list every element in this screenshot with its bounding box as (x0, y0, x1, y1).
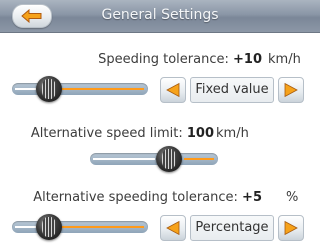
general-settings-screen: General Settings Speeding tolerance: +10… (0, 0, 320, 247)
previous-mode-button[interactable] (160, 215, 186, 241)
alternative-speeding-tolerance-slider[interactable] (12, 214, 148, 240)
slider-fill-right (184, 158, 214, 160)
page-title: General Settings (101, 7, 219, 23)
alternative-speed-limit-unit: km/h (216, 126, 249, 141)
speeding-tolerance-label: Speeding tolerance: +10 (98, 52, 262, 67)
next-mode-button[interactable] (278, 77, 304, 103)
slider-fill-right (52, 226, 144, 228)
previous-mode-button[interactable] (160, 77, 186, 103)
arrow-right-icon (284, 82, 298, 98)
alternative-speeding-tolerance-mode-stepper: Percentage (160, 215, 306, 241)
alternative-speed-limit-value: 100 (186, 126, 214, 141)
alternative-speed-limit-label: Alternative speed limit: 100 (30, 126, 214, 141)
header-bar: General Settings (0, 0, 320, 33)
alternative-speed-limit-slider[interactable] (90, 146, 218, 172)
slider-fill-right (52, 88, 144, 90)
alternative-speeding-tolerance-value: +5 (242, 190, 262, 205)
arrow-left-icon (166, 220, 180, 236)
speeding-tolerance-mode-stepper: Fixed value (160, 77, 306, 103)
speeding-tolerance-value: +10 (233, 52, 262, 67)
alternative-speeding-tolerance-mode-value: Percentage (190, 215, 274, 241)
alternative-speeding-tolerance-unit: % (286, 190, 299, 205)
arrow-left-icon (166, 82, 180, 98)
arrow-right-icon (284, 220, 298, 236)
slider-knob[interactable] (36, 76, 62, 102)
speeding-tolerance-unit: km/h (268, 52, 301, 67)
next-mode-button[interactable] (278, 215, 304, 241)
alternative-speeding-tolerance-label: Alternative speeding tolerance: +5 (33, 190, 262, 205)
slider-knob[interactable] (156, 146, 182, 172)
slider-fill-left (93, 158, 155, 160)
slider-knob[interactable] (36, 214, 62, 240)
speeding-tolerance-mode-value: Fixed value (190, 77, 274, 103)
speeding-tolerance-slider[interactable] (12, 76, 148, 102)
